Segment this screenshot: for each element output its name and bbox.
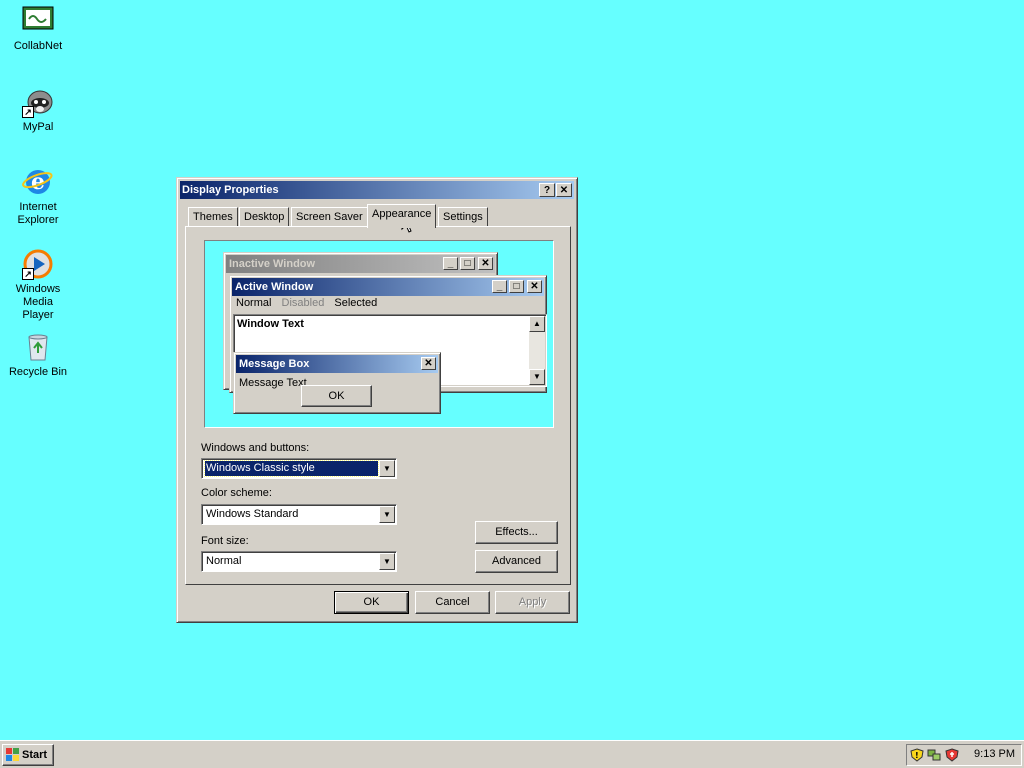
minimize-icon: _ (443, 257, 458, 270)
maximize-icon: □ (460, 257, 475, 270)
shortcut-arrow-icon: ↗ (22, 106, 34, 118)
dialog-title: Display Properties (182, 184, 279, 196)
antivirus-shield-icon[interactable] (945, 748, 959, 762)
font-size-label: Font size: (201, 535, 249, 547)
desktop-icon-label: MyPal (22, 121, 54, 133)
windows-buttons-select[interactable]: Windows Classic style ▼ (201, 458, 397, 479)
preview-active-title-text: Active Window (235, 281, 314, 293)
desktop-icon-internet-explorer[interactable]: e Internet Explorer (0, 166, 76, 227)
desktop-icon-collabnet[interactable]: CollabNet (0, 5, 76, 53)
system-tray: ! 9:13 PM (906, 744, 1022, 766)
preview-message-box-title: Message Box ✕ (236, 355, 438, 373)
advanced-button[interactable]: Advanced (475, 550, 558, 573)
clock[interactable]: 9:13 PM (974, 748, 1015, 760)
scroll-down-icon: ▼ (529, 369, 545, 385)
preview-menu-normal: Normal (236, 297, 272, 309)
cancel-button[interactable]: Cancel (415, 591, 490, 614)
display-properties-dialog: Display Properties ? ✕ Themes Desktop Sc… (176, 177, 578, 623)
color-scheme-value: Windows Standard (206, 508, 299, 520)
preview-menu-disabled: Disabled (281, 297, 325, 309)
close-button[interactable]: ✕ (556, 183, 572, 197)
preview-message-box: Message Box ✕ Message Text OK (233, 352, 441, 414)
chevron-down-icon[interactable]: ▼ (379, 460, 395, 477)
font-size-value: Normal (206, 555, 242, 567)
effects-button[interactable]: Effects... (475, 521, 558, 544)
tab-settings[interactable]: Settings (438, 207, 488, 226)
font-size-select[interactable]: Normal ▼ (201, 551, 397, 572)
desktop-icon-label-line2: Explorer (17, 214, 59, 226)
recycle-bin-icon (22, 331, 54, 363)
maximize-icon: □ (509, 280, 524, 293)
close-icon: ✕ (527, 280, 542, 293)
scroll-up-icon: ▲ (529, 316, 545, 332)
desktop-icon-label: Recycle Bin (8, 366, 68, 378)
tab-appearance[interactable]: Appearance (367, 204, 437, 228)
preview-menu-selected: Selected (334, 297, 378, 309)
windows-buttons-label: Windows and buttons: (201, 442, 310, 454)
desktop-icon-label-line1: Internet (19, 201, 57, 213)
chevron-down-icon[interactable]: ▼ (379, 506, 395, 523)
preview-window-text: Window Text (237, 318, 304, 330)
preview-menu-bar: Normal Disabled Selected (236, 297, 377, 309)
svg-text:!: ! (915, 751, 919, 760)
appearance-preview: Inactive Window _ □ ✕ Active Window _ □ … (204, 240, 554, 428)
desktop-icon-recycle-bin[interactable]: Recycle Bin (0, 331, 76, 379)
dialog-titlebar[interactable]: Display Properties ? ✕ (180, 181, 574, 199)
windows-logo-icon (6, 748, 19, 761)
mypal-raccoon-icon: ↗ (22, 86, 54, 118)
chevron-down-icon[interactable]: ▼ (379, 553, 395, 570)
media-player-icon: ↗ (22, 248, 54, 280)
tab-themes[interactable]: Themes (188, 207, 238, 226)
tab-desktop[interactable]: Desktop (239, 207, 290, 226)
start-label: Start (22, 749, 48, 761)
appearance-panel: Inactive Window _ □ ✕ Active Window _ □ … (185, 226, 571, 585)
shortcut-arrow-icon: ↗ (22, 268, 34, 280)
preview-message-box-title-text: Message Box (239, 358, 310, 370)
tab-screen-saver[interactable]: Screen Saver (291, 207, 368, 226)
desktop-icon-windows-media-player[interactable]: ↗ Windows Media Player (0, 248, 76, 322)
preview-active-title: Active Window _ □ ✕ (232, 278, 544, 296)
apply-button[interactable]: Apply (495, 591, 570, 614)
desktop-icon-label: CollabNet (13, 40, 63, 52)
close-icon: ✕ (421, 357, 436, 370)
color-scheme-select[interactable]: Windows Standard ▼ (201, 504, 397, 525)
preview-ok-button: OK (301, 385, 372, 407)
security-shield-icon[interactable]: ! (910, 748, 924, 762)
minimize-icon: _ (492, 280, 507, 293)
color-scheme-label: Color scheme: (201, 487, 272, 499)
windows-buttons-value: Windows Classic style (204, 460, 379, 477)
start-button[interactable]: Start (2, 744, 54, 766)
preview-message-text: Message Text (239, 377, 307, 389)
desktop-icon-mypal[interactable]: ↗ MyPal (0, 86, 76, 134)
preview-inactive-title: Inactive Window _ □ ✕ (226, 255, 495, 273)
preview-inactive-title-text: Inactive Window (229, 258, 316, 270)
ok-button[interactable]: OK (334, 591, 409, 614)
close-icon: ✕ (478, 257, 493, 270)
desktop-icon-label-line1: Windows Media (15, 283, 61, 308)
collabnet-icon (22, 5, 54, 37)
network-icon[interactable] (927, 748, 941, 762)
preview-scrollbar: ▲ ▼ (529, 316, 545, 385)
desktop-icon-label-line2: Player (22, 309, 54, 321)
taskbar: Start ! 9:13 PM (0, 740, 1024, 768)
help-button[interactable]: ? (539, 183, 555, 197)
internet-explorer-icon: e (22, 166, 54, 198)
